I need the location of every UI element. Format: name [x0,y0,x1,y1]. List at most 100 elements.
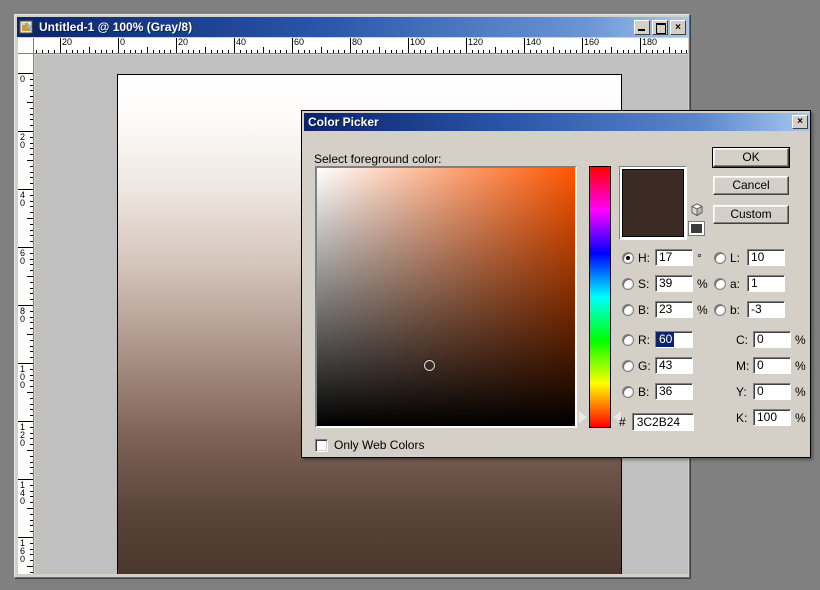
only-web-colors-row[interactable]: Only Web Colors [315,438,424,452]
maximize-button[interactable] [652,20,668,35]
color-field-cursor[interactable] [424,360,435,371]
ruler-minor-tick [30,520,33,521]
input-rgb-0[interactable]: 60 [655,331,693,348]
input-hsb-1[interactable]: 39 [655,275,693,292]
only-web-colors-checkbox[interactable] [315,439,328,452]
radio-rgb-2[interactable] [622,386,634,398]
radio-lab-2[interactable] [714,304,726,316]
ruler-minor-tick [30,317,33,318]
radio-hsb-1[interactable] [622,278,634,290]
ruler-minor-tick [686,50,687,53]
ruler-major-tick [640,38,641,53]
radio-lab-0[interactable] [714,252,726,264]
ruler-minor-tick [30,264,33,265]
input-hsb-2[interactable]: 23 [655,301,693,318]
ruler-minor-tick [553,47,554,53]
input-hsb-0[interactable]: 17 [655,249,693,266]
hue-marker-left-icon[interactable] [579,411,587,423]
input-rgb-1[interactable]: 43 [655,357,693,374]
input-lab-2[interactable]: -3 [747,301,785,318]
ruler-minor-tick [30,125,33,126]
field-row-hsb-0[interactable]: H:17° [622,249,702,266]
ruler-minor-tick [199,50,200,53]
photoshop-document-icon [19,19,35,35]
ruler-label: 80 [352,38,362,47]
field-row-rgb-2[interactable]: B:36 [622,383,693,400]
ruler-minor-tick [547,50,548,53]
ruler-minor-tick [605,50,606,53]
color-picker-titlebar[interactable]: Color Picker × [304,113,810,131]
ruler-minor-tick [27,334,33,335]
field-row-rgb-1[interactable]: G:43 [622,357,693,374]
ruler-minor-tick [362,50,363,53]
cancel-button[interactable]: Cancel [713,176,789,195]
radio-rgb-0[interactable] [622,334,634,346]
ruler-minor-tick [27,566,33,567]
ruler-minor-tick [30,346,33,347]
ruler-label: 60 [294,38,304,47]
ruler-label: 100 [20,365,27,389]
ruler-minor-tick [27,450,33,451]
ruler-minor-tick [30,386,33,387]
ruler-minor-tick [30,369,33,370]
hue-slider-gradient[interactable] [590,167,610,427]
label-rgb-1: G: [638,359,655,373]
radio-hsb-2[interactable] [622,304,634,316]
ruler-minor-tick [30,137,33,138]
input-cmyk-3[interactable]: 100 [753,409,791,426]
hue-slider[interactable] [589,166,611,428]
document-titlebar[interactable]: Untitled-1 @ 100% (Gray/8) × [17,17,689,37]
field-row-cmyk-1[interactable]: M:0% [730,357,806,374]
input-lab-0[interactable]: 10 [747,249,785,266]
hex-input[interactable]: 3C2B24 [632,413,694,431]
field-row-rgb-0[interactable]: R:60 [622,331,693,348]
field-row-hsb-1[interactable]: S:39% [622,275,708,292]
field-row-cmyk-0[interactable]: C:0% [730,331,806,348]
radio-rgb-1[interactable] [622,360,634,372]
ruler-minor-tick [30,467,33,468]
input-cmyk-1[interactable]: 0 [753,357,791,374]
field-row-lab-2[interactable]: b:-3 [714,301,785,318]
ruler-minor-tick [599,50,600,53]
unit-hsb-1: % [697,277,708,291]
ruler-minor-tick [30,253,33,254]
radio-lab-1[interactable] [714,278,726,290]
radio-hsb-0[interactable] [622,252,634,264]
ruler-minor-tick [681,50,682,53]
ruler-label: 80 [20,307,27,323]
ruler-label: 60 [20,249,27,265]
ok-button[interactable]: OK [713,148,789,167]
ruler-minor-tick [27,508,33,509]
ruler-minor-tick [321,47,322,53]
ruler-minor-tick [30,560,33,561]
minimize-button[interactable] [634,20,650,35]
close-button[interactable]: × [670,20,686,35]
ruler-vertical[interactable]: 020406080100120140160 [18,54,34,574]
hex-row[interactable]: # 3C2B24 [619,413,694,431]
field-row-cmyk-2[interactable]: Y:0% [730,383,806,400]
ruler-horizontal[interactable]: 20020406080100120140160180 [34,38,688,54]
ruler-label: 0 [20,75,27,83]
web-safe-cube-icon[interactable] [690,203,704,217]
input-cmyk-0[interactable]: 0 [753,331,791,348]
ruler-minor-tick [623,50,624,53]
color-field-gradient[interactable] [317,168,575,426]
field-row-lab-0[interactable]: L:10 [714,249,785,266]
field-row-lab-1[interactable]: a:1 [714,275,785,292]
field-row-hsb-2[interactable]: B:23% [622,301,708,318]
custom-button[interactable]: Custom [713,205,789,224]
color-picker-close-button[interactable]: × [792,115,808,129]
ruler-minor-tick [617,50,618,53]
desktop-background: Untitled-1 @ 100% (Gray/8) × 20020406080… [0,0,820,590]
ruler-minor-tick [27,160,33,161]
saturation-brightness-field[interactable] [315,166,577,428]
ruler-minor-tick [454,50,455,53]
ruler-minor-tick [66,50,67,53]
field-row-cmyk-3[interactable]: K:100% [730,409,806,426]
input-lab-1[interactable]: 1 [747,275,785,292]
ruler-minor-tick [30,525,33,526]
ruler-minor-tick [437,47,438,53]
input-cmyk-2[interactable]: 0 [753,383,791,400]
web-safe-alternate-swatch[interactable] [688,221,705,236]
input-rgb-2[interactable]: 36 [655,383,693,400]
